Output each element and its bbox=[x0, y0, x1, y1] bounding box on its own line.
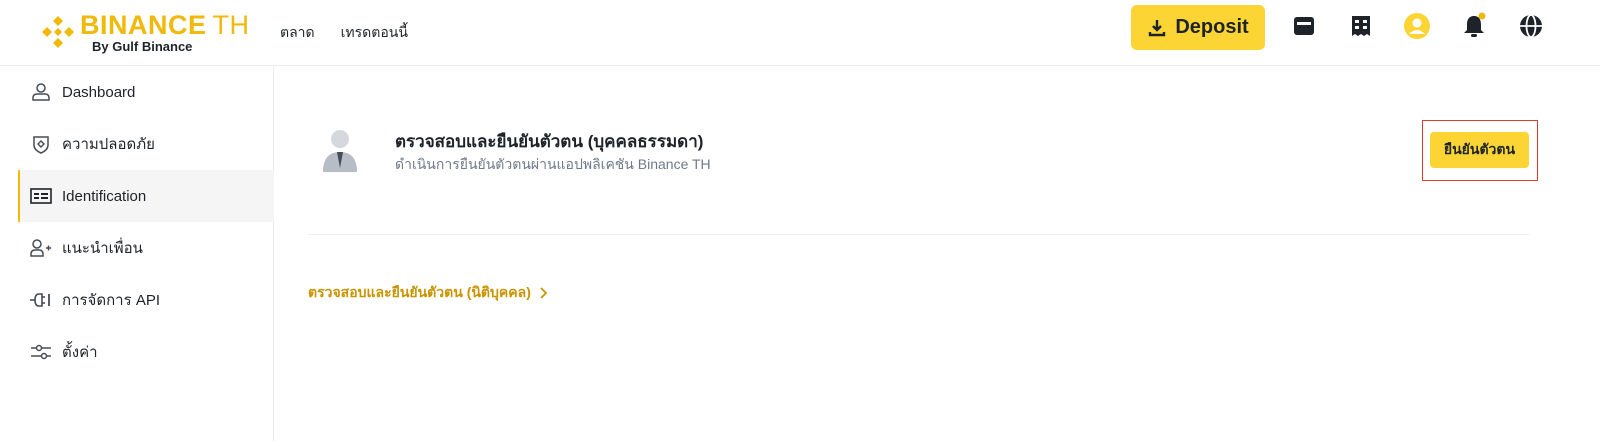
shield-icon bbox=[30, 133, 52, 155]
top-header: BINANCE TH By Gulf Binance ตลาด เทรดตอนนี… bbox=[0, 0, 1600, 66]
user-icon bbox=[30, 81, 52, 103]
sidebar-item-settings[interactable]: ตั้งค่า bbox=[18, 326, 274, 378]
globe-icon[interactable] bbox=[1517, 12, 1545, 40]
sidebar-item-label: การจัดการ API bbox=[62, 292, 160, 309]
bell-icon[interactable] bbox=[1460, 12, 1488, 40]
orders-icon[interactable] bbox=[1347, 12, 1375, 40]
chevron-right-icon bbox=[540, 287, 548, 299]
settings-sliders-icon bbox=[30, 341, 52, 363]
personal-verification-subtitle: ดำเนินการยืนยันตัวตนผ่านแอปพลิเคชัน Bina… bbox=[395, 156, 711, 172]
sidebar-item-security[interactable]: ความปลอดภัย bbox=[18, 118, 274, 170]
sidebar-item-referral[interactable]: แนะนำเพื่อน bbox=[18, 222, 274, 274]
sidebar-item-api-management[interactable]: การจัดการ API bbox=[18, 274, 274, 326]
personal-verification-title: ตรวจสอบและยืนยันตัวตน (บุคคลธรรมดา) bbox=[395, 132, 704, 151]
sidebar-item-label: ตั้งค่า bbox=[62, 344, 98, 361]
brand-name: BINANCE TH bbox=[80, 10, 250, 40]
sidebar: Dashboard ความปลอดภัย Identification แนะ… bbox=[0, 66, 274, 441]
id-card-icon bbox=[30, 185, 52, 207]
verify-identity-button[interactable]: ยืนยันตัวตน bbox=[1430, 132, 1529, 168]
deposit-label: Deposit bbox=[1175, 16, 1249, 38]
sidebar-item-identification[interactable]: Identification bbox=[18, 170, 274, 222]
person-avatar-icon bbox=[320, 128, 360, 174]
nav-trade-now[interactable]: เทรดตอนนี้ bbox=[341, 22, 408, 44]
sidebar-item-dashboard[interactable]: Dashboard bbox=[18, 66, 274, 118]
brand-tagline: By Gulf Binance bbox=[92, 39, 193, 54]
sidebar-item-label: Identification bbox=[62, 187, 147, 205]
download-icon bbox=[1149, 19, 1166, 36]
corporate-verification-link[interactable]: ตรวจสอบและยืนยันตัวตน (นิติบุคคล) bbox=[308, 282, 549, 304]
api-plug-icon bbox=[30, 289, 52, 311]
nav-markets[interactable]: ตลาด bbox=[280, 22, 315, 44]
add-user-icon bbox=[30, 237, 52, 259]
deposit-button[interactable]: Deposit bbox=[1131, 5, 1265, 50]
sidebar-item-label: ความปลอดภัย bbox=[62, 136, 155, 153]
top-nav: ตลาด เทรดตอนนี้ bbox=[280, 22, 408, 44]
sidebar-item-label: แนะนำเพื่อน bbox=[62, 240, 143, 257]
verify-identity-label: ยืนยันตัวตน bbox=[1443, 141, 1516, 157]
binance-diamond-icon bbox=[42, 16, 74, 48]
wallet-icon[interactable] bbox=[1290, 12, 1318, 40]
user-avatar-icon[interactable] bbox=[1403, 12, 1431, 40]
sidebar-item-label: Dashboard bbox=[62, 83, 136, 101]
corporate-verification-label: ตรวจสอบและยืนยันตัวตน (นิติบุคคล) bbox=[308, 284, 531, 300]
divider bbox=[308, 234, 1529, 235]
binance-th-logo[interactable]: BINANCE TH By Gulf Binance bbox=[40, 8, 250, 58]
